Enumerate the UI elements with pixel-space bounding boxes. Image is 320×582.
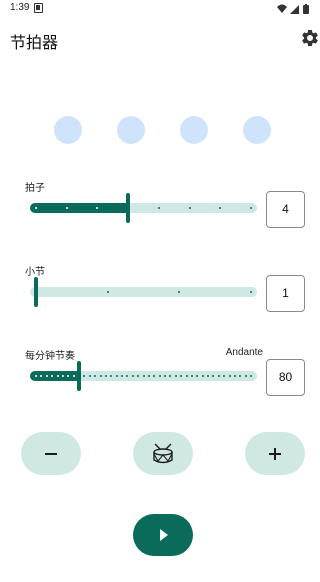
slider-tick	[158, 375, 161, 377]
slider-tick	[99, 375, 102, 377]
slider-tick	[88, 375, 91, 377]
slider-tick	[207, 375, 209, 377]
slider-tick	[104, 375, 107, 377]
notification-icon	[34, 3, 43, 13]
drum-icon	[153, 443, 173, 464]
slider-tick	[228, 375, 231, 377]
signal-icon	[290, 5, 299, 14]
slider-tick	[250, 375, 252, 377]
settings-icon[interactable]	[300, 28, 320, 48]
play-button[interactable]	[133, 514, 193, 556]
slider-thumb[interactable]	[126, 193, 131, 223]
drum-sound-button[interactable]	[133, 432, 193, 475]
status-icons	[277, 4, 309, 14]
bars-value[interactable]: 1	[266, 275, 305, 312]
beat-indicator-4	[243, 116, 271, 144]
status-time: 1:39	[10, 2, 30, 13]
slider-tick	[233, 375, 236, 377]
increase-tempo-button[interactable]	[245, 432, 305, 475]
slider-thumb[interactable]	[77, 361, 81, 391]
slider-tick	[147, 375, 150, 377]
slider-tick	[190, 375, 193, 377]
play-icon	[160, 529, 168, 541]
slider-tick	[244, 375, 247, 377]
slider-active-track	[30, 203, 127, 213]
beats-per-bar-value[interactable]: 4	[266, 191, 305, 228]
minus-icon	[45, 453, 57, 455]
slider-tick	[157, 207, 160, 209]
wifi-icon	[277, 4, 287, 13]
slider-tick	[45, 375, 48, 377]
bars-slider[interactable]	[30, 277, 257, 307]
beats-per-bar-slider[interactable]	[30, 193, 257, 223]
status-bar: 1:39	[0, 0, 320, 18]
slider-tick	[61, 375, 64, 377]
decrease-tempo-button[interactable]	[21, 432, 81, 475]
plus-icon	[269, 448, 281, 460]
beat-indicator-2	[117, 116, 145, 144]
slider-tick	[35, 207, 37, 209]
bars-label: 小节	[25, 267, 45, 278]
slider-tick	[121, 375, 123, 377]
slider-tick	[217, 375, 220, 377]
bpm-label: 每分钟节奏	[25, 351, 75, 362]
slider-tick	[106, 291, 109, 293]
slider-tick	[185, 375, 188, 377]
slider-track	[30, 287, 257, 297]
slider-active-track	[30, 371, 77, 381]
beat-indicator-1	[54, 116, 82, 144]
slider-tick	[174, 375, 177, 377]
beat-indicator-3	[180, 116, 208, 144]
slider-tick	[35, 375, 37, 377]
slider-tick	[188, 207, 191, 209]
slider-tick	[201, 375, 204, 377]
beats-per-bar-label: 拍子	[25, 183, 45, 194]
slider-tick	[250, 291, 252, 293]
bpm-slider[interactable]	[30, 361, 257, 391]
slider-tick	[65, 207, 68, 209]
tempo-name: Andante	[225, 347, 263, 358]
bpm-value[interactable]: 80	[266, 359, 305, 396]
slider-tick	[164, 375, 166, 377]
slider-tick	[131, 375, 134, 377]
slider-thumb[interactable]	[34, 277, 38, 307]
slider-tick	[56, 375, 59, 377]
slider-tick	[72, 375, 75, 377]
slider-tick	[250, 207, 252, 209]
battery-icon	[303, 5, 309, 14]
slider-tick	[115, 375, 118, 377]
app-title: 节拍器	[10, 33, 59, 52]
slider-tick	[142, 375, 145, 377]
